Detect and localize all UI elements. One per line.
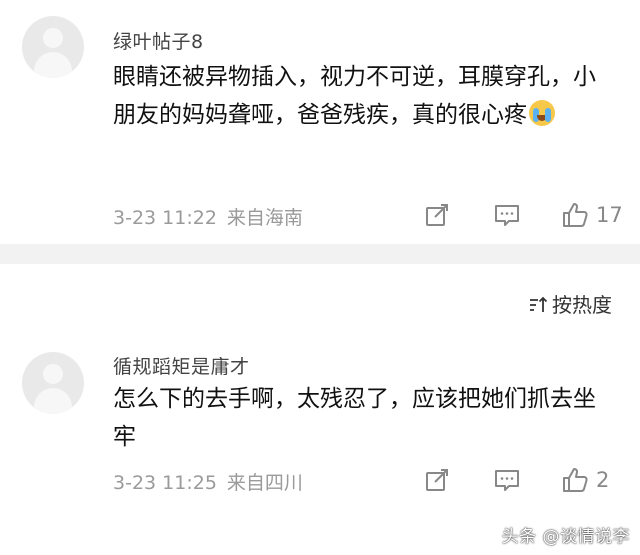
share-button[interactable] [423,466,451,494]
avatar-placeholder-head [43,364,63,384]
comment-content: 怎么下的去手啊，太残忍了，应该把她们抓去坐牢 [113,380,618,456]
like-count: 2 [596,468,610,492]
share-icon [426,469,448,491]
avatar[interactable] [22,352,84,414]
comment-username[interactable]: 循规蹈矩是庸才 [113,352,250,379]
like-button[interactable] [561,466,589,494]
avatar-placeholder-body [34,388,72,414]
comment-text: 怎么下的去手啊，太残忍了，应该把她们抓去坐牢 [113,386,596,450]
comment-item: 循规蹈矩是庸才 怎么下的去手啊，太残忍了，应该把她们抓去坐牢 3-23 11:2… [0,0,640,555]
thumbs-up-icon [563,468,588,492]
comment-meta-row: 3-23 11:25 来自四川 2 [113,466,620,496]
watermark: 头条 @谈情说李 [501,527,630,547]
comment-date: 3-23 11:25 [113,472,217,494]
comment-meta: 3-23 11:25 来自四川 [113,468,303,495]
reply-button[interactable] [493,466,521,494]
comment-icon [495,470,519,491]
comment-location: 来自四川 [226,472,303,494]
